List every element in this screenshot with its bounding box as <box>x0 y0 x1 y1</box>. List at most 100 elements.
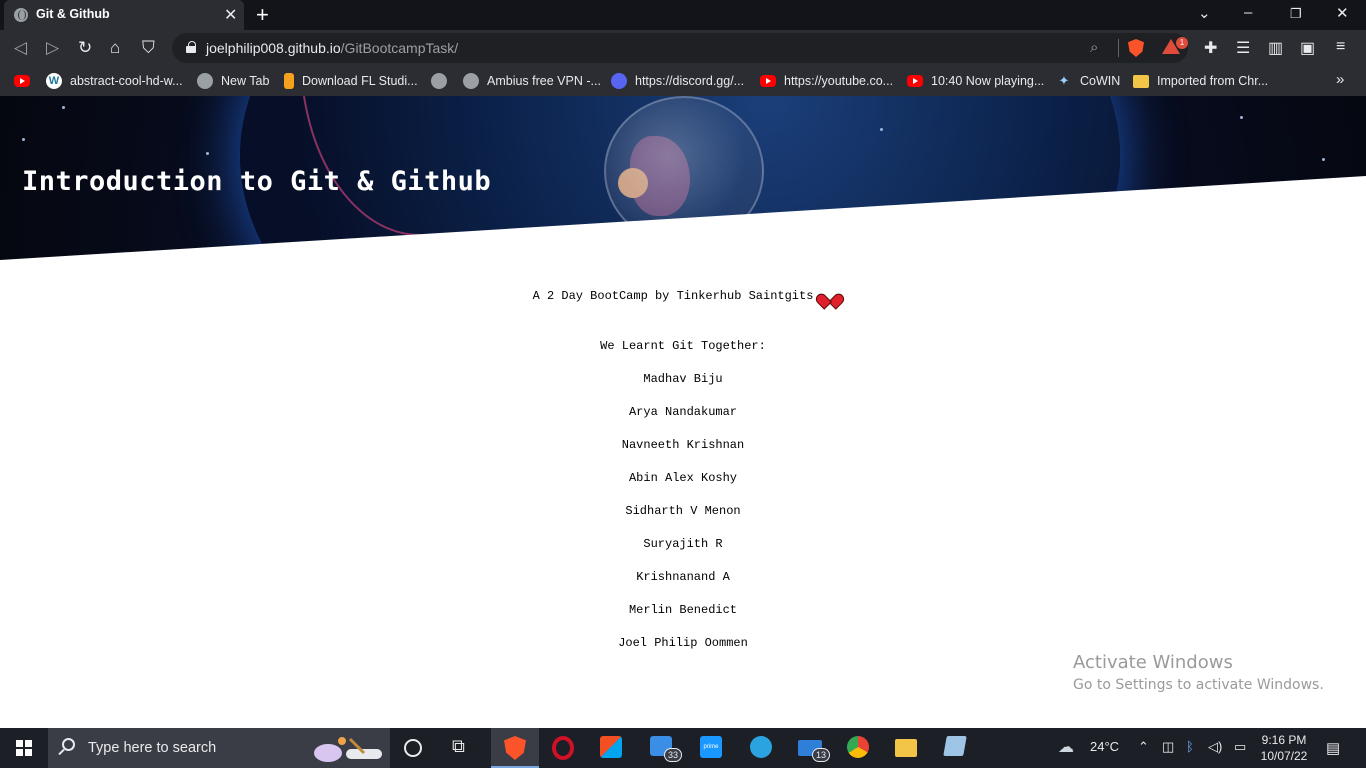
bookmark-label: Ambius free VPN -... <box>487 74 601 88</box>
cloud-icon[interactable]: ☁ <box>1058 737 1074 757</box>
back-icon[interactable]: ◁ <box>14 38 27 58</box>
store-badge: 33 <box>664 748 682 762</box>
page-subtitle: A 2 Day BootCamp by Tinkerhub Saintgits <box>0 287 1366 303</box>
meet-now-icon[interactable]: ◫ <box>1162 739 1174 755</box>
opera-icon[interactable] <box>552 736 574 760</box>
wallet-icon[interactable]: ▣ <box>1300 38 1315 58</box>
bookmark-youtube-link[interactable]: https://youtube.co... <box>760 72 893 90</box>
bookmark-globe[interactable] <box>431 72 455 90</box>
taskbar-brave-active[interactable] <box>491 728 539 768</box>
forward-icon[interactable]: ▷ <box>46 38 59 58</box>
system-clock[interactable]: 9:16 PM 10/07/22 <box>1256 732 1312 764</box>
lock-icon[interactable] <box>186 41 196 53</box>
search-placeholder: Type here to search <box>88 740 217 756</box>
browser-toolbar: ◁ ▷ ↻ ⌂ ⛉ joelphilip008.github.io/GitBoo… <box>0 30 1366 66</box>
bookmark-cowin[interactable]: ✦ CoWIN <box>1056 72 1121 90</box>
bookmark-ambius-vpn[interactable]: Ambius free VPN -... <box>463 72 601 90</box>
bookmark-new-tab[interactable]: New Tab <box>197 72 269 90</box>
list-item: Navneeth Krishnan <box>621 438 745 452</box>
bookmark-discord[interactable]: https://discord.gg/... <box>611 72 744 90</box>
prime-video-icon[interactable]: prime <box>700 736 722 758</box>
list-item: Abin Alex Koshy <box>628 471 738 485</box>
star <box>206 152 209 155</box>
heart-icon <box>821 287 837 301</box>
close-window-button[interactable]: ✕ <box>1336 4 1349 22</box>
page-title: Introduction to Git & Github <box>22 166 492 197</box>
folder-icon <box>1133 74 1149 88</box>
bookmark-label: Imported from Chr... <box>1157 74 1269 88</box>
chrome-icon[interactable] <box>847 736 869 758</box>
globe-icon <box>197 73 213 89</box>
tab-title: Git & Github <box>36 7 110 21</box>
extensions-icon[interactable]: ✚ <box>1204 38 1217 58</box>
minimize-button[interactable]: – <box>1244 4 1252 21</box>
discord-icon <box>611 73 627 89</box>
hero-banner: Introduction to Git & Github <box>0 96 1366 260</box>
brave-shield-icon[interactable] <box>1128 39 1144 57</box>
star <box>1322 158 1325 161</box>
bluetooth-icon[interactable]: ᛒ <box>1186 739 1194 754</box>
address-bar[interactable]: joelphilip008.github.io/GitBootcampTask/… <box>172 33 1188 63</box>
telegram-icon[interactable] <box>750 736 772 758</box>
url-divider <box>1118 39 1119 57</box>
youtube-icon <box>907 75 923 87</box>
list-item: Arya Nandakumar <box>628 405 738 419</box>
bookmark-label: https://discord.gg/... <box>635 74 745 88</box>
bookmark-label: 10:40 Now playing... <box>931 74 1045 88</box>
cortana-icon[interactable] <box>404 739 422 757</box>
browser-titlebar: Git & Github ✕ + ⌄ – ❐ ✕ <box>0 0 1366 30</box>
globe-icon <box>431 73 447 89</box>
clock-time: 9:16 PM <box>1261 733 1307 747</box>
windows-start-icon[interactable] <box>16 740 32 756</box>
menu-icon[interactable]: ≡ <box>1336 38 1345 56</box>
list-item: Sidharth V Menon <box>625 504 741 518</box>
temperature[interactable]: 24°C <box>1090 739 1119 754</box>
close-tab-icon[interactable]: ✕ <box>224 5 237 25</box>
notepad-icon[interactable] <box>943 736 967 756</box>
list-item: Krishnanand A <box>636 570 730 584</box>
new-tab-button[interactable]: + <box>256 2 269 28</box>
search-icon <box>62 738 75 751</box>
watermark-subtitle: Go to Settings to activate Windows. <box>1073 677 1324 693</box>
members-list: Madhav Biju Arya Nandakumar Navneeth Kri… <box>0 372 1366 669</box>
more-bookmarks-icon[interactable]: » <box>1336 71 1344 88</box>
sidebar-icon[interactable]: ▥ <box>1268 38 1283 58</box>
network-icon[interactable]: ▭ <box>1234 739 1246 755</box>
star <box>880 128 883 131</box>
bookmark-label: Download FL Studi... <box>302 74 418 88</box>
microsoft-store-icon[interactable] <box>600 736 622 758</box>
browser-tab[interactable]: Git & Github ✕ <box>4 0 244 30</box>
file-explorer-icon[interactable] <box>895 739 917 757</box>
youtube-icon <box>760 75 776 87</box>
notification-icon[interactable]: ▤ <box>1326 739 1340 757</box>
bookmark-now-playing[interactable]: 10:40 Now playing... <box>907 72 1044 90</box>
search-highlight-illustration <box>314 737 382 762</box>
reload-icon[interactable]: ↻ <box>78 38 92 58</box>
brave-icon <box>504 736 526 760</box>
chevron-up-icon[interactable]: ⌃ <box>1138 739 1149 755</box>
url-text[interactable]: joelphilip008.github.io/GitBootcampTask/ <box>206 40 458 56</box>
watermark-title: Activate Windows <box>1073 652 1233 673</box>
bookmark-folder-imported[interactable]: Imported from Chr... <box>1133 72 1268 90</box>
playlist-icon[interactable]: ☰ <box>1236 38 1250 58</box>
windows-taskbar: Type here to search ⧉ 33 prime 13 ☁ 24°C… <box>0 728 1366 768</box>
star <box>1240 116 1243 119</box>
taskbar-search[interactable]: Type here to search <box>48 728 390 768</box>
bookmark-abstract[interactable]: W abstract-cool-hd-w... <box>46 72 183 90</box>
clock-date: 10/07/22 <box>1260 749 1308 763</box>
globe-icon <box>463 73 479 89</box>
globe-icon <box>14 8 28 22</box>
task-view-icon[interactable]: ⧉ <box>452 736 476 760</box>
bookmark-icon[interactable]: ⛉ <box>142 38 155 58</box>
bookmark-youtube[interactable] <box>14 72 38 90</box>
zoom-icon[interactable]: ⌕ <box>1090 39 1098 56</box>
restore-button[interactable]: ❐ <box>1290 6 1302 22</box>
home-icon[interactable]: ⌂ <box>110 38 120 58</box>
subtitle-text: A 2 Day BootCamp by Tinkerhub Saintgits <box>532 289 814 303</box>
url-path: /GitBootcampTask/ <box>340 40 459 56</box>
fl-studio-icon <box>284 73 294 89</box>
bookmark-fl-studio[interactable]: Download FL Studi... <box>284 72 418 90</box>
url-host: joelphilip008.github.io <box>206 40 341 56</box>
tab-search-chevron-icon[interactable]: ⌄ <box>1198 4 1211 22</box>
volume-icon[interactable]: ◁) <box>1208 739 1222 755</box>
